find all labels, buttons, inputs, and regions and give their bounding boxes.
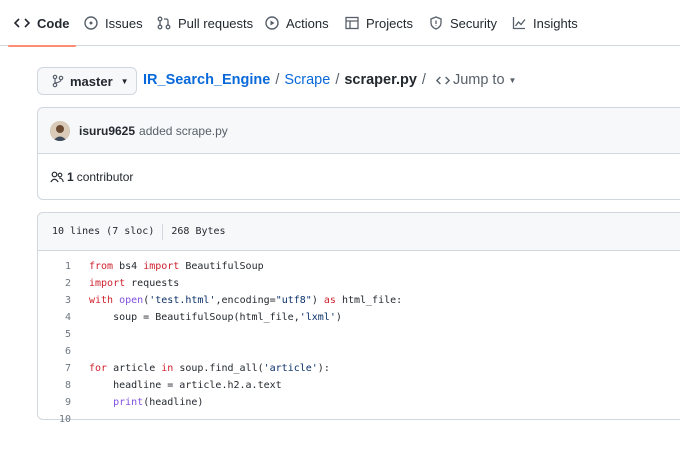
jump-to-label: Jump to <box>452 72 505 88</box>
branch-select-button[interactable]: master ▼ <box>37 67 137 95</box>
breadcrumb-separator: / <box>335 72 340 88</box>
code-text: import requests <box>89 278 180 289</box>
line-number[interactable]: 7 <box>38 363 71 374</box>
file-info-bar: 10 lines (7 sloc) 268 Bytes <box>38 213 680 251</box>
caret-down-icon: ▼ <box>508 75 517 85</box>
line-number[interactable]: 5 <box>38 329 71 340</box>
shield-icon <box>429 16 443 30</box>
code-icon <box>435 75 450 86</box>
latest-commit-row: isuru9625 added scrape.py <box>38 108 680 154</box>
code-line: 6 <box>38 343 680 360</box>
code-text: with open('test.html',encoding="utf8") a… <box>89 295 403 306</box>
line-number[interactable]: 1 <box>38 261 71 272</box>
code-text: print(headline) <box>113 397 204 408</box>
tab-projects-label: Projects <box>366 15 413 31</box>
tab-code-label: Code <box>37 15 70 31</box>
code-line: 1 from bs4 import BeautifulSoup <box>38 258 680 275</box>
code-line: 3 with open('test.html',encoding="utf8") … <box>38 292 680 309</box>
line-number[interactable]: 10 <box>38 414 71 425</box>
line-number[interactable]: 6 <box>38 346 71 357</box>
breadcrumb-dir-link[interactable]: Scrape <box>284 72 330 88</box>
tab-issues-label: Issues <box>105 15 143 31</box>
file-line-count: 10 lines (7 sloc) <box>52 226 155 237</box>
jump-to-button[interactable]: Jump to ▼ <box>435 72 517 88</box>
commit-author-link[interactable]: isuru9625 <box>79 124 135 138</box>
tab-insights[interactable]: Insights <box>512 0 578 46</box>
line-number[interactable]: 4 <box>38 312 71 323</box>
tab-projects[interactable]: Projects <box>345 0 413 46</box>
pull-request-icon <box>157 16 171 30</box>
contributor-label: contributor <box>76 170 134 184</box>
breadcrumb: IR_Search_Engine / Scrape / scraper.py /… <box>143 72 516 88</box>
tab-actions-label: Actions <box>286 15 329 31</box>
file-size: 268 Bytes <box>171 226 226 237</box>
breadcrumb-separator: / <box>275 72 280 88</box>
line-number[interactable]: 8 <box>38 380 71 391</box>
people-icon <box>50 171 64 183</box>
code-text: from bs4 import BeautifulSoup <box>89 261 264 272</box>
code-line: 7 for article in soup.find_all('article')… <box>38 360 680 377</box>
tab-security[interactable]: Security <box>429 0 497 46</box>
code-line: 4 soup = BeautifulSoup(html_file,'lxml') <box>38 309 680 326</box>
play-icon <box>265 16 279 30</box>
caret-down-icon: ▼ <box>120 76 129 86</box>
tab-issues[interactable]: Issues <box>84 0 143 46</box>
code-line: 10 <box>38 411 680 428</box>
tab-actions[interactable]: Actions <box>265 0 329 46</box>
code-icon <box>14 17 30 29</box>
breadcrumb-separator: / <box>421 72 426 88</box>
breadcrumb-file-name: scraper.py <box>344 72 417 88</box>
tab-security-label: Security <box>450 15 497 31</box>
code-line: 8 headline = article.h2.a.text <box>38 377 680 394</box>
repo-nav-tabs: Code Issues Pull requests Actions Projec… <box>0 0 680 47</box>
branch-name: master <box>70 73 113 89</box>
tab-insights-label: Insights <box>533 15 578 31</box>
code-line: 2 import requests <box>38 275 680 292</box>
issue-icon <box>84 16 98 30</box>
line-number[interactable]: 2 <box>38 278 71 289</box>
code-text: soup = BeautifulSoup(html_file,'lxml') <box>89 312 342 323</box>
divider <box>162 223 164 240</box>
tab-code[interactable]: Code <box>8 0 75 47</box>
code-text: headline = article.h2.a.text <box>89 380 282 391</box>
line-number[interactable]: 9 <box>38 397 71 408</box>
git-branch-icon <box>52 74 64 88</box>
contributors-link[interactable]: 1 contributor <box>50 170 133 184</box>
contributor-count: 1 <box>67 170 74 184</box>
code-listing: 1 from bs4 import BeautifulSoup 2 import re… <box>38 258 680 428</box>
commit-info-box: isuru9625 added scrape.py 1 contributor <box>37 107 680 200</box>
code-text: for article in soup.find_all('article'): <box>89 363 330 374</box>
avatar[interactable] <box>50 120 70 141</box>
code-line: 5 <box>38 326 680 343</box>
tab-pull-requests[interactable]: Pull requests <box>157 0 253 46</box>
table-icon <box>345 16 359 30</box>
breadcrumb-repo-link[interactable]: IR_Search_Engine <box>143 72 270 88</box>
line-number[interactable]: 3 <box>38 295 71 306</box>
code-line: 9 print(headline) <box>38 394 680 411</box>
commit-message-link[interactable]: added scrape.py <box>139 124 228 138</box>
file-viewer: 10 lines (7 sloc) 268 Bytes 1 from bs4 im… <box>37 212 680 425</box>
graph-icon <box>512 16 526 30</box>
tab-pull-requests-label: Pull requests <box>178 15 254 31</box>
